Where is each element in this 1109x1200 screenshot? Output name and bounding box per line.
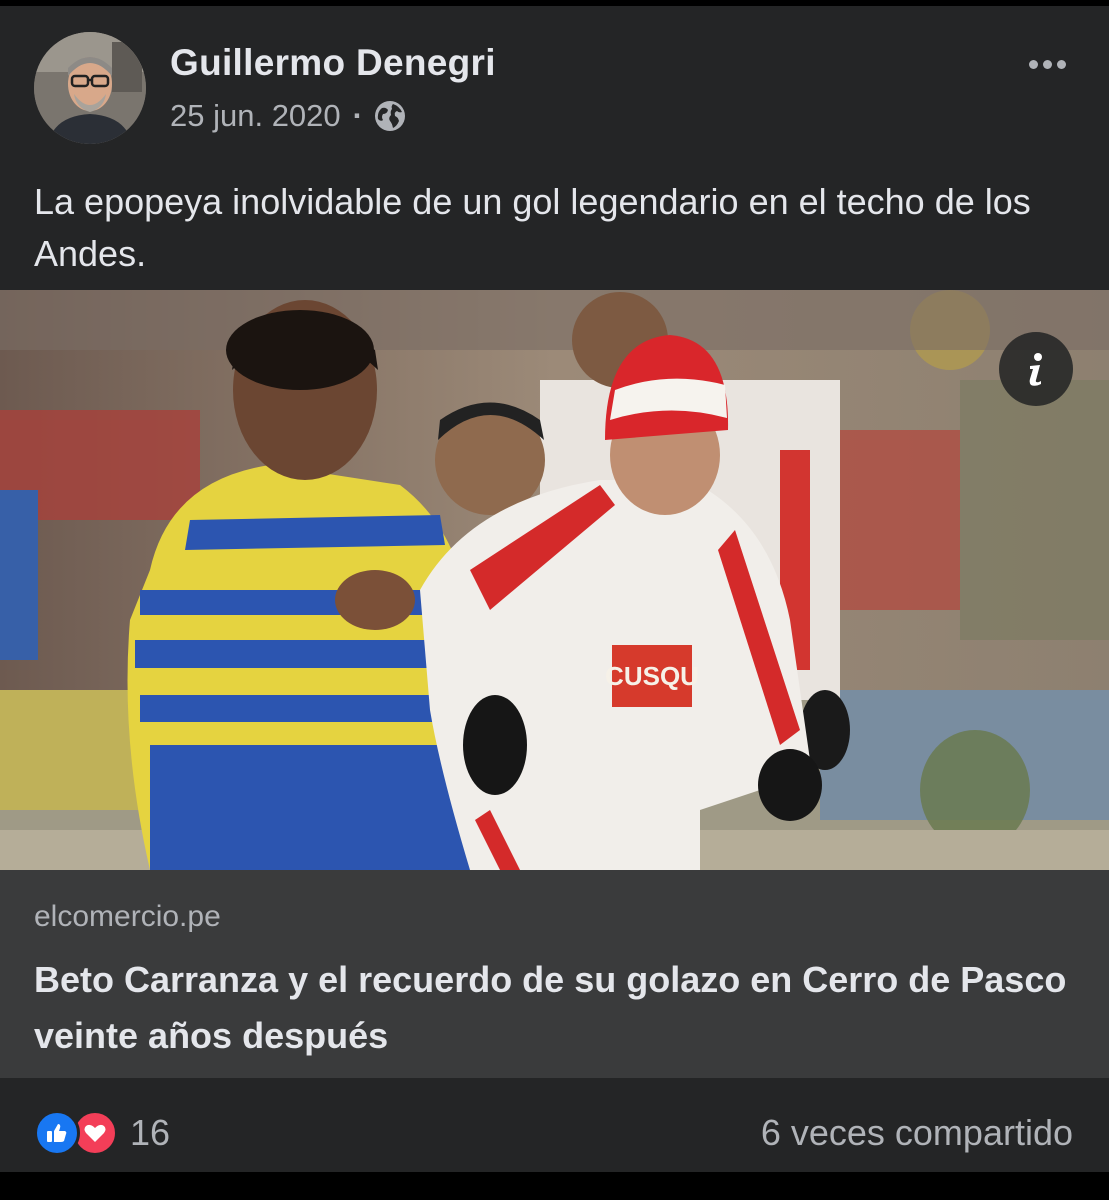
like-icon (34, 1110, 80, 1156)
post-text: La epopeya inolvidable de un gol legenda… (34, 181, 1031, 274)
link-title[interactable]: Beto Carranza y el recuerdo de su golazo… (34, 952, 1084, 1064)
shares-count[interactable]: 6 veces compartido (761, 1112, 1073, 1154)
link-domain: elcomercio.pe (34, 900, 221, 933)
reaction-count: 16 (130, 1112, 171, 1153)
link-preview-card[interactable]: CUSQU elcomercio.pe Beto Carranza y el r… (0, 290, 1109, 1078)
football-photo: CUSQU (0, 290, 1109, 870)
more-dot (1028, 59, 1038, 69)
more-dot (1056, 59, 1066, 69)
info-icon (1029, 353, 1042, 386)
globe-icon (374, 101, 405, 131)
jersey-sponsor-text: CUSQU (605, 661, 699, 691)
post-header: Guillermo Denegri 25 jun. 2020 · (0, 6, 1109, 156)
link-caption[interactable]: elcomercio.pe Beto Carranza y el recuerd… (0, 870, 1109, 1078)
link-preview-image[interactable]: CUSQU (0, 290, 1109, 870)
meta-separator: · (352, 98, 363, 133)
more-dot (1042, 59, 1052, 69)
more-options-button[interactable] (1021, 46, 1073, 82)
reactions-summary[interactable]: 16 (34, 1110, 170, 1156)
image-info-button[interactable] (999, 332, 1073, 406)
facebook-post: Guillermo Denegri 25 jun. 2020 · La epop… (0, 6, 1109, 1172)
post-footer: 16 6 veces compartido (0, 1078, 1109, 1172)
avatar-photo (34, 32, 146, 144)
post-date[interactable]: 25 jun. 2020 (170, 98, 341, 134)
author-avatar[interactable] (34, 32, 146, 144)
post-meta: 25 jun. 2020 · (170, 96, 407, 136)
author-name[interactable]: Guillermo Denegri (170, 42, 496, 84)
